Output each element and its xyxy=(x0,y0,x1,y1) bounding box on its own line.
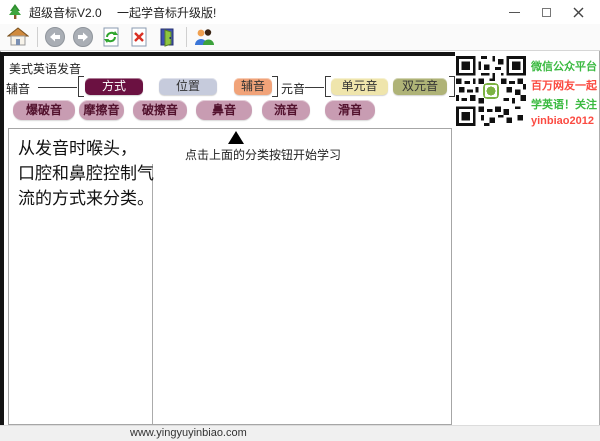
manner-button-liquid[interactable]: 流音 xyxy=(262,100,310,120)
app-window: 超级音标V2.0 一起学音标升级版! xyxy=(0,0,600,441)
window-title: 超级音标V2.0 一起学音标升级版! xyxy=(29,4,216,21)
category-button-consonant[interactable]: 辅音 xyxy=(234,78,272,95)
window-controls xyxy=(498,0,594,24)
exit-button[interactable] xyxy=(156,26,178,48)
description-line: 从发音时喉头， xyxy=(18,136,154,161)
description-line: 流的方式来分类。 xyxy=(18,186,154,211)
category-button-monophthong[interactable]: 单元音 xyxy=(331,78,388,95)
category-button-manner[interactable]: 方式 xyxy=(85,78,143,95)
category-button-diphthong[interactable]: 双元音 xyxy=(393,78,447,95)
back-icon xyxy=(44,26,66,48)
promo-line: 学英语！关注 xyxy=(531,96,600,112)
category-description: 从发音时喉头， 口腔和鼻腔控制气 流的方式来分类。 xyxy=(18,136,154,211)
promo-line: 百万网友一起 xyxy=(531,77,600,93)
up-arrow-icon xyxy=(228,131,244,144)
maximize-icon xyxy=(542,8,551,17)
manner-button-glide[interactable]: 滑音 xyxy=(325,100,375,120)
forward-button[interactable] xyxy=(72,26,94,48)
promo-line: 微信公众平台 xyxy=(531,58,600,74)
home-icon xyxy=(7,26,29,48)
vowel-connector-line xyxy=(305,87,324,88)
maximize-button[interactable] xyxy=(530,0,562,24)
close-button[interactable] xyxy=(562,0,594,24)
users-button[interactable] xyxy=(193,26,215,48)
title-bar: 超级音标V2.0 一起学音标升级版! xyxy=(0,0,600,24)
toolbar-separator xyxy=(37,27,38,47)
wechat-qr-code xyxy=(456,55,526,127)
forward-icon xyxy=(72,26,94,48)
home-button[interactable] xyxy=(7,26,29,48)
consonant-bracket-close xyxy=(272,76,278,97)
tree-icon xyxy=(7,4,23,20)
vowel-bracket-close xyxy=(449,76,455,97)
consonant-connector-line xyxy=(38,87,77,88)
toolbar xyxy=(0,24,600,51)
content-frame-top xyxy=(0,52,455,56)
manner-button-fricative[interactable]: 摩擦音 xyxy=(79,100,124,120)
lesson-panel: 从发音时喉头， 口腔和鼻腔控制气 流的方式来分类。 点击上面的分类按钮开始学习 xyxy=(8,128,452,425)
status-url: www.yingyuyinbiao.com xyxy=(130,427,247,439)
manner-button-plosive[interactable]: 爆破音 xyxy=(13,100,75,120)
refresh-button[interactable] xyxy=(100,26,122,48)
manner-button-nasal[interactable]: 鼻音 xyxy=(196,100,252,120)
refresh-icon xyxy=(100,26,122,48)
close-page-icon xyxy=(128,26,150,48)
page-title: 美式英语发音 xyxy=(9,60,81,77)
back-button[interactable] xyxy=(44,26,66,48)
minimize-icon xyxy=(509,12,520,13)
vowel-group-label: 元音 xyxy=(281,80,305,97)
description-line: 口腔和鼻腔控制气 xyxy=(18,161,154,186)
status-bar: www.yingyuyinbiao.com xyxy=(0,425,600,441)
promo-wechat-id: yinbiao2012 xyxy=(531,115,600,127)
consonant-group-label: 辅音 xyxy=(6,80,30,97)
users-icon xyxy=(193,26,215,48)
content-frame-left xyxy=(0,52,4,425)
minimize-button[interactable] xyxy=(498,0,530,24)
exit-door-icon xyxy=(156,26,178,48)
consonant-bracket-open xyxy=(78,76,84,97)
category-button-place[interactable]: 位置 xyxy=(159,78,217,95)
toolbar-separator xyxy=(186,27,187,47)
close-icon xyxy=(573,7,584,18)
hint-text: 点击上面的分类按钮开始学习 xyxy=(185,146,341,163)
close-page-button[interactable] xyxy=(128,26,150,48)
manner-button-affricate[interactable]: 破擦音 xyxy=(133,100,187,120)
